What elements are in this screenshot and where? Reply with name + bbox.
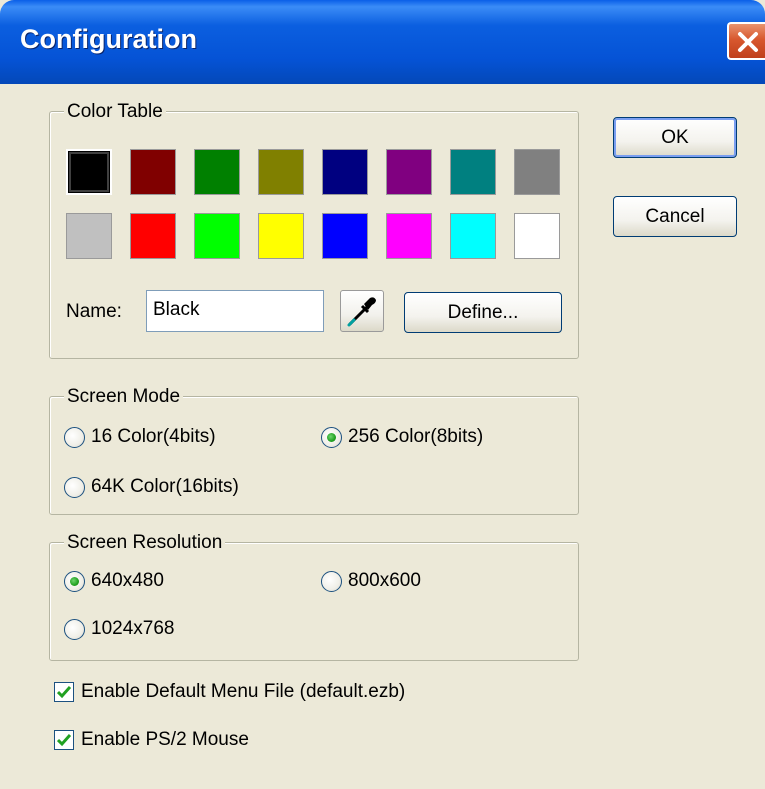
radio-256-color-label: 256 Color(8bits) (348, 426, 484, 447)
window-title: Configuration (20, 24, 197, 54)
color-picker-button[interactable] (340, 290, 384, 332)
swatch-aqua[interactable] (450, 213, 496, 259)
radio-64k-color-label: 64K Color(16bits) (91, 476, 239, 497)
checkbox-ps2-mouse[interactable]: Enable PS/2 Mouse (54, 728, 314, 754)
radio-64k-color[interactable]: 64K Color(16bits) (64, 475, 304, 501)
radio-800x600[interactable]: 800x600 (321, 569, 481, 595)
swatch-olive[interactable] (258, 149, 304, 195)
checkbox-default-menu-box[interactable] (54, 682, 74, 702)
checkbox-ps2-mouse-box[interactable] (54, 730, 74, 750)
swatch-maroon[interactable] (130, 149, 176, 195)
swatch-silver[interactable] (66, 213, 112, 259)
radio-1024x768-button[interactable] (64, 619, 85, 640)
dialog-body: Color Table Name: Black Define... OK Can… (0, 84, 765, 789)
check-icon (57, 734, 71, 747)
radio-16-color[interactable]: 16 Color(4bits) (64, 425, 284, 451)
ok-button[interactable]: OK (613, 117, 737, 158)
checkbox-default-menu-label: Enable Default Menu File (default.ezb) (81, 681, 406, 702)
screen-mode-group: Screen Mode 16 Color(4bits) 256 Color(8b… (49, 386, 579, 515)
screen-resolution-legend: Screen Resolution (64, 532, 226, 554)
cancel-button[interactable]: Cancel (613, 196, 737, 237)
swatch-white[interactable] (514, 213, 560, 259)
swatch-black[interactable] (66, 149, 112, 195)
radio-256-color[interactable]: 256 Color(8bits) (321, 425, 561, 451)
swatch-teal[interactable] (450, 149, 496, 195)
swatch-red[interactable] (130, 213, 176, 259)
swatch-gray[interactable] (514, 149, 560, 195)
radio-16-color-label: 16 Color(4bits) (91, 426, 216, 447)
swatch-fuchsia[interactable] (386, 213, 432, 259)
radio-16-color-button[interactable] (64, 427, 85, 448)
configuration-dialog: Configuration Color Table Name: Black De… (0, 0, 765, 789)
radio-800x600-label: 800x600 (348, 570, 421, 591)
color-table-group: Color Table Name: Black Define... (49, 101, 579, 359)
define-button[interactable]: Define... (404, 292, 562, 333)
close-icon (738, 32, 758, 52)
name-label: Name: (66, 301, 122, 322)
color-table-legend: Color Table (64, 101, 166, 123)
radio-1024x768-label: 1024x768 (91, 618, 175, 639)
swatch-yellow[interactable] (258, 213, 304, 259)
radio-640x480-label: 640x480 (91, 570, 164, 591)
radio-1024x768[interactable]: 1024x768 (64, 617, 224, 643)
checkbox-default-menu[interactable]: Enable Default Menu File (default.ezb) (54, 680, 474, 706)
radio-640x480[interactable]: 640x480 (64, 569, 224, 595)
screen-mode-legend: Screen Mode (64, 386, 184, 408)
radio-64k-color-button[interactable] (64, 477, 85, 498)
title-bar[interactable]: Configuration (0, 0, 765, 84)
radio-800x600-button[interactable] (321, 571, 342, 592)
close-button[interactable] (727, 22, 765, 60)
swatch-navy[interactable] (322, 149, 368, 195)
swatch-lime[interactable] (194, 213, 240, 259)
radio-256-color-button[interactable] (321, 427, 342, 448)
checkbox-ps2-mouse-label: Enable PS/2 Mouse (81, 729, 249, 750)
swatch-blue[interactable] (322, 213, 368, 259)
color-name-input[interactable]: Black (146, 290, 324, 332)
check-icon (57, 686, 71, 699)
swatch-purple[interactable] (386, 149, 432, 195)
screen-resolution-group: Screen Resolution 640x480 800x600 1024x7… (49, 532, 579, 661)
radio-640x480-button[interactable] (64, 571, 85, 592)
swatch-green[interactable] (194, 149, 240, 195)
eyedropper-icon (347, 297, 376, 327)
